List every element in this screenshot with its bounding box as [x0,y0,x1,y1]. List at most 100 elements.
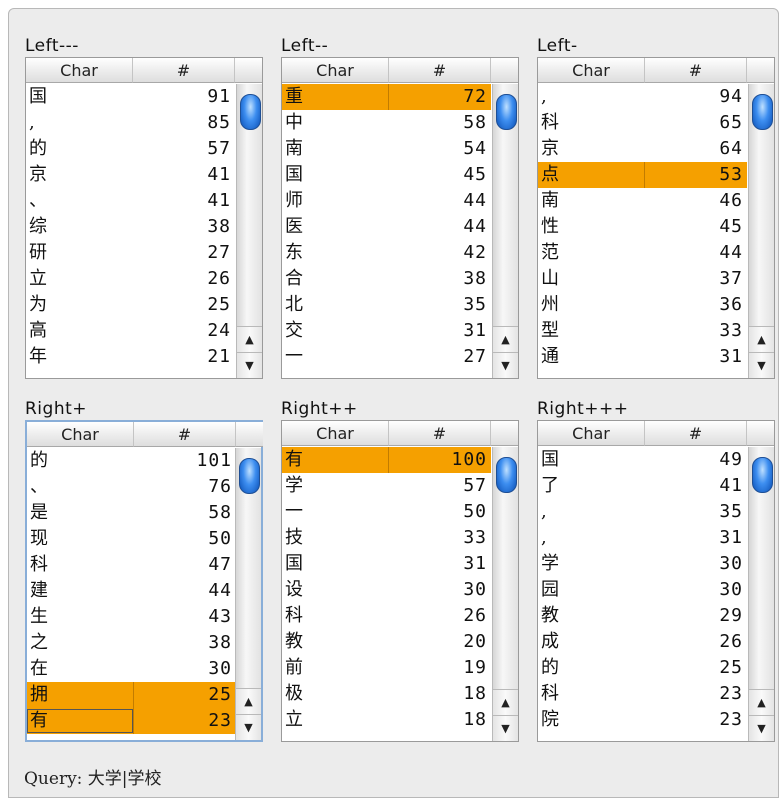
table-row[interactable]: 为 25 [26,292,235,318]
scroll-thumb[interactable] [496,457,517,493]
table-row[interactable]: 院 23 [538,707,747,733]
vertical-scrollbar[interactable]: ▲ ▼ [236,84,262,378]
scroll-up-arrow-icon[interactable]: ▲ [749,326,774,352]
table-row[interactable]: 极 18 [282,681,491,707]
table-row[interactable]: 山 37 [538,266,747,292]
vertical-scrollbar[interactable]: ▲ ▼ [492,447,518,741]
table-row[interactable]: 综 38 [26,214,235,240]
scroll-thumb[interactable] [239,458,260,494]
table-row[interactable]: 性 45 [538,214,747,240]
scroll-down-arrow-icon[interactable]: ▼ [236,714,261,740]
table-row[interactable]: 国 49 [538,447,747,473]
column-header-char[interactable]: Char [26,58,133,83]
table-row[interactable]: 师 44 [282,188,491,214]
table-row[interactable]: , 31 [538,525,747,551]
table-row[interactable]: 有 100 [282,447,491,473]
table-row[interactable]: 现 50 [27,526,236,552]
frequency-table[interactable]: Char # 的 101 、 76 是 58 现 50 科 47 建 44 生 43 之 38 在 30 拥 25 有 2… [25,420,263,742]
column-header-count[interactable]: # [389,421,491,446]
table-row[interactable]: 设 30 [282,577,491,603]
table-row[interactable]: 在 30 [27,656,236,682]
table-row[interactable]: 园 30 [538,577,747,603]
table-row[interactable]: 立 26 [26,266,235,292]
table-row[interactable]: 点 53 [538,162,747,188]
frequency-table[interactable]: Char # 国 49 了 41, 35, 31 学 30 园 30 教 29 成 26 的 25 科 23 院 23… [537,420,775,742]
column-header-count[interactable]: # [133,58,235,83]
table-row[interactable]: 国 45 [282,162,491,188]
column-header-char[interactable]: Char [538,58,645,83]
frequency-table[interactable]: Char # 重 72 中 58 南 54 国 45 师 44 医 44 东 42 合 38 北 35 交 31 一 27… [281,57,519,379]
scroll-down-arrow-icon[interactable]: ▼ [237,352,262,378]
table-row[interactable]: 、 76 [27,474,236,500]
table-row[interactable]: 京 64 [538,136,747,162]
table-row[interactable]: 的 57 [26,136,235,162]
frequency-table[interactable]: Char # 有 100 学 57 一 50 技 33 国 31 设 30 科 26 教 20 前 19 极 18 立 1… [281,420,519,742]
table-row[interactable]: 合 38 [282,266,491,292]
column-header-count[interactable]: # [134,422,236,447]
scroll-down-arrow-icon[interactable]: ▼ [749,715,774,741]
table-row[interactable]: 北 35 [282,292,491,318]
table-row[interactable]: 重 72 [282,84,491,110]
scroll-down-arrow-icon[interactable]: ▼ [749,352,774,378]
table-row[interactable]: 立 18 [282,707,491,733]
table-row[interactable]: 京 41 [26,162,235,188]
scroll-down-arrow-icon[interactable]: ▼ [493,715,518,741]
table-row[interactable]: 学 57 [282,473,491,499]
table-row[interactable]: 教 29 [538,603,747,629]
table-row[interactable]: 、 41 [26,188,235,214]
table-row[interactable]: 范 44 [538,240,747,266]
table-row[interactable]: 科 26 [282,603,491,629]
table-row[interactable]: 东 42 [282,240,491,266]
table-row[interactable]: 中 58 [282,110,491,136]
vertical-scrollbar[interactable]: ▲ ▼ [492,84,518,378]
table-row[interactable]: 生 43 [27,604,236,630]
column-header-char[interactable]: Char [538,421,645,446]
column-header-count[interactable]: # [645,58,747,83]
table-row[interactable]: 国 31 [282,551,491,577]
table-row[interactable]: 的 25 [538,655,747,681]
scroll-up-arrow-icon[interactable]: ▲ [493,689,518,715]
frequency-table[interactable]: Char # 国 91, 85 的 57 京 41 、 41 综 38 研 27 立 26 为 25 高 24 年 21… [25,57,263,379]
column-header-count[interactable]: # [389,58,491,83]
scroll-up-arrow-icon[interactable]: ▲ [749,689,774,715]
scroll-thumb[interactable] [496,94,517,130]
table-row[interactable]: 国 91 [26,84,235,110]
table-row[interactable]: 州 36 [538,292,747,318]
scroll-down-arrow-icon[interactable]: ▼ [493,352,518,378]
table-row[interactable]: 年 21 [26,344,235,370]
column-header-char[interactable]: Char [282,421,389,446]
table-row[interactable]: 有 23 [27,708,236,734]
table-row[interactable]: 科 65 [538,110,747,136]
table-row[interactable]: 交 31 [282,318,491,344]
table-row[interactable]: 学 30 [538,551,747,577]
table-row[interactable]: 拥 25 [27,682,236,708]
table-row[interactable]: 之 38 [27,630,236,656]
table-row[interactable]: 科 47 [27,552,236,578]
column-header-char[interactable]: Char [27,422,134,447]
table-row[interactable]: , 85 [26,110,235,136]
table-row[interactable]: 建 44 [27,578,236,604]
vertical-scrollbar[interactable]: ▲ ▼ [748,447,774,741]
table-row[interactable]: 技 33 [282,525,491,551]
scroll-thumb[interactable] [240,94,261,130]
table-row[interactable]: 的 101 [27,448,236,474]
table-row[interactable]: 了 41 [538,473,747,499]
table-row[interactable]: 南 54 [282,136,491,162]
table-row[interactable]: 科 23 [538,681,747,707]
scroll-up-arrow-icon[interactable]: ▲ [493,326,518,352]
vertical-scrollbar[interactable]: ▲ ▼ [748,84,774,378]
table-row[interactable]: , 94 [538,84,747,110]
column-header-count[interactable]: # [645,421,747,446]
scroll-up-arrow-icon[interactable]: ▲ [236,688,261,714]
table-row[interactable]: 一 50 [282,499,491,525]
vertical-scrollbar[interactable]: ▲ ▼ [235,448,261,740]
table-row[interactable]: 成 26 [538,629,747,655]
frequency-table[interactable]: Char # , 94 科 65 京 64 点 53 南 46 性 45 范 44 山 37 州 36 型 33 通 31… [537,57,775,379]
scroll-thumb[interactable] [752,457,773,493]
table-row[interactable]: 一 27 [282,344,491,370]
table-row[interactable]: 型 33 [538,318,747,344]
table-row[interactable]: 高 24 [26,318,235,344]
scroll-up-arrow-icon[interactable]: ▲ [237,326,262,352]
table-row[interactable]: 通 31 [538,344,747,370]
table-row[interactable]: , 35 [538,499,747,525]
